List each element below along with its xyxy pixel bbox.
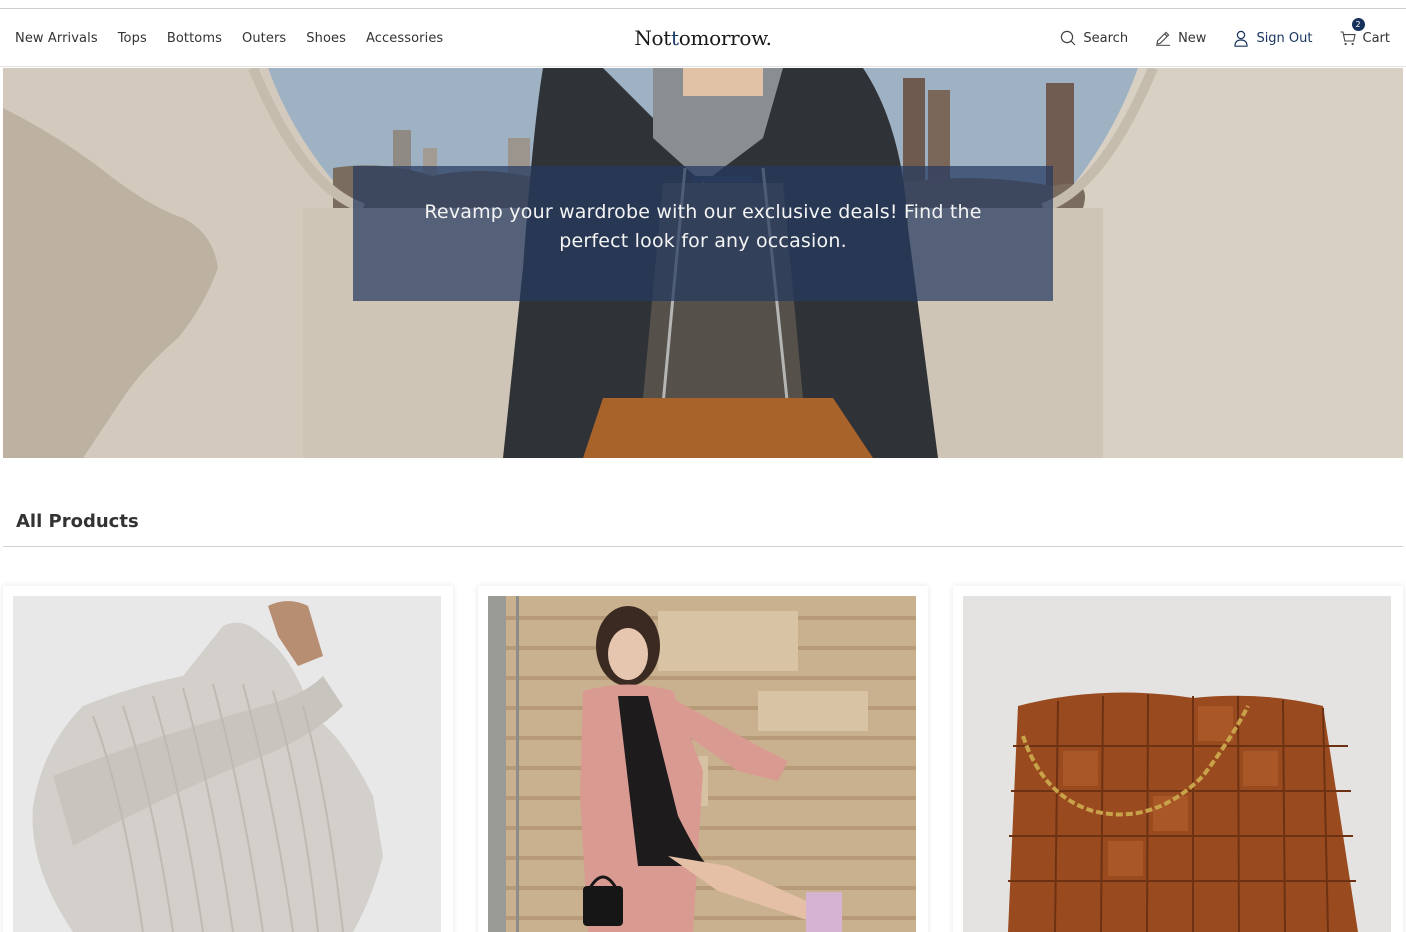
sign-out-label: Sign Out xyxy=(1256,30,1313,46)
new-post-button[interactable]: New xyxy=(1155,30,1206,46)
search-icon xyxy=(1060,30,1076,46)
pink-coat-photo[interactable] xyxy=(488,596,916,932)
logo-text-2: omorrow. xyxy=(678,26,772,50)
search-button[interactable]: Search xyxy=(1060,30,1128,46)
product-card[interactable] xyxy=(3,586,453,932)
nav-outers[interactable]: Outers xyxy=(242,31,286,46)
section-divider xyxy=(3,546,1403,547)
user-icon xyxy=(1233,30,1249,47)
logo-text-accent: t xyxy=(671,26,679,50)
hero-banner: Revamp your wardrobe with our exclusive … xyxy=(3,68,1403,458)
site-header: New Arrivals Tops Bottoms Outers Shoes A… xyxy=(0,9,1406,67)
search-label: Search xyxy=(1083,30,1129,46)
section-title: All Products xyxy=(16,511,139,532)
cart-count-badge: 2 xyxy=(1351,17,1365,31)
product-card[interactable] xyxy=(953,586,1403,932)
logo-text-1: Not xyxy=(634,26,671,50)
nav-shoes[interactable]: Shoes xyxy=(306,31,346,46)
nav-bottoms[interactable]: Bottoms xyxy=(167,31,222,46)
nav-accessories[interactable]: Accessories xyxy=(366,31,443,46)
account-nav: Search New Sign Out 2 Cart xyxy=(1060,9,1390,67)
new-label: New xyxy=(1178,30,1207,46)
cart-icon xyxy=(1340,30,1356,46)
hero-text: Revamp your wardrobe with our exclusive … xyxy=(424,200,982,252)
nav-new-arrivals[interactable]: New Arrivals xyxy=(15,31,98,46)
knit-sweater-photo[interactable] xyxy=(13,596,441,932)
nav-tops[interactable]: Tops xyxy=(118,31,147,46)
hero-overlay: Revamp your wardrobe with our exclusive … xyxy=(353,166,1053,301)
woven-leather-bag-photo[interactable] xyxy=(963,596,1391,932)
cart-label: Cart xyxy=(1362,30,1391,46)
sign-out-button[interactable]: Sign Out xyxy=(1233,30,1313,47)
category-nav: New Arrivals Tops Bottoms Outers Shoes A… xyxy=(15,9,443,67)
pencil-icon xyxy=(1155,30,1171,46)
cart-button[interactable]: 2 Cart xyxy=(1340,17,1391,46)
product-card[interactable] xyxy=(478,586,928,932)
page: New Arrivals Tops Bottoms Outers Shoes A… xyxy=(0,0,1406,932)
